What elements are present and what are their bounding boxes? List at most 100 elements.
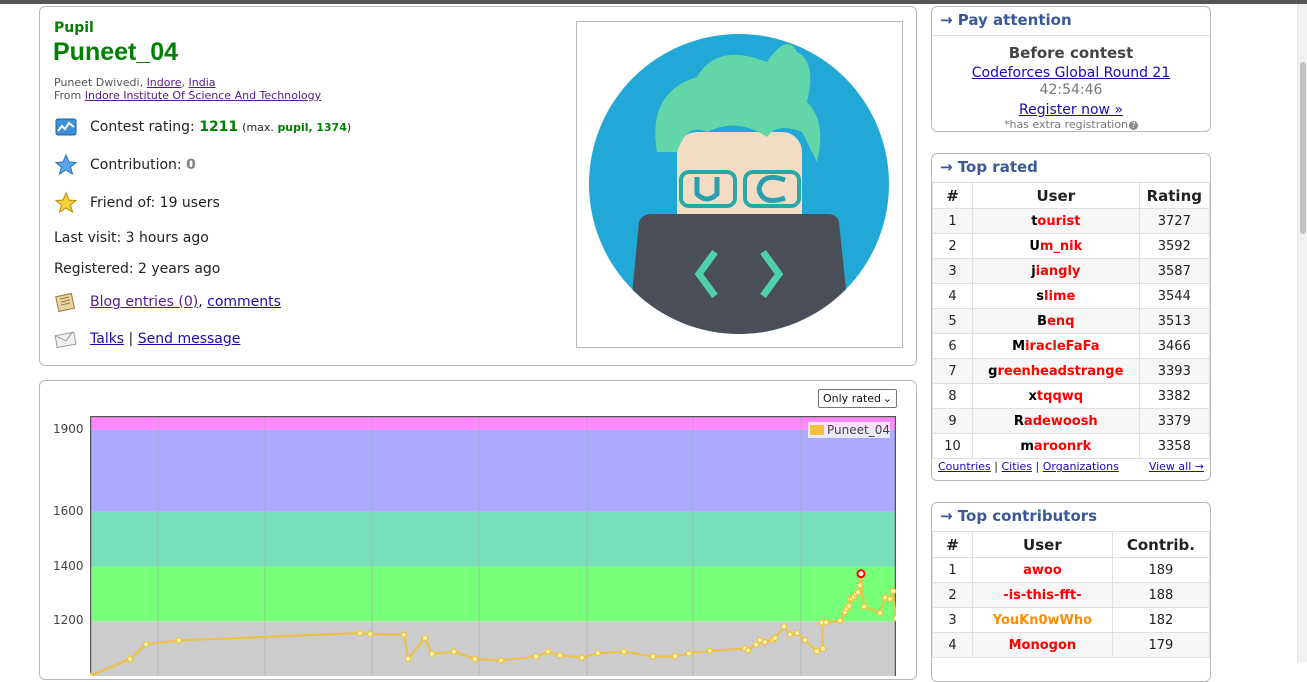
data-point bbox=[400, 631, 408, 638]
contest-link[interactable]: Codeforces Global Round 21 bbox=[972, 65, 1171, 81]
top-contributors-table: # User Contrib. 1 awoo 189 2 -is-this-fft- 18… bbox=[932, 531, 1211, 658]
rating-band-1 bbox=[90, 566, 896, 622]
top-rated-table: # User Rating 1 tourist 3727 2 Um_nik 3592 3 ji… bbox=[932, 182, 1211, 459]
user-first-letter: m bbox=[1020, 438, 1034, 454]
graph-filter-select[interactable]: Only rated ⌄ bbox=[818, 389, 897, 408]
data-point bbox=[685, 650, 693, 657]
friend-of-text: Friend of: 19 users bbox=[90, 195, 220, 211]
col-rank: # bbox=[932, 182, 973, 209]
city-link[interactable]: Indore bbox=[147, 76, 182, 89]
data-point bbox=[793, 629, 801, 637]
row-rank: 4 bbox=[932, 283, 973, 309]
talks-link[interactable]: Talks bbox=[90, 331, 124, 347]
user-link[interactable]: Monogon bbox=[972, 632, 1113, 658]
table-row: 8 xtqqwq 3382 bbox=[932, 383, 1211, 409]
user-link[interactable]: MiracleFaFa bbox=[972, 333, 1140, 359]
user-link[interactable]: jiangly bbox=[972, 258, 1140, 284]
organizations-link[interactable]: Organizations bbox=[1043, 460, 1119, 473]
row-contrib: 188 bbox=[1111, 582, 1211, 608]
from-label: From bbox=[54, 89, 85, 102]
registered: Registered: 2 years ago bbox=[54, 261, 221, 277]
data-point bbox=[594, 650, 602, 657]
organization-link[interactable]: Indore Institute Of Science And Technolo… bbox=[85, 89, 321, 102]
user-name-rest: lime bbox=[1044, 288, 1076, 304]
user-rank: Pupil bbox=[54, 20, 94, 36]
help-icon[interactable]: ? bbox=[1129, 121, 1139, 130]
view-all-link[interactable]: View all → bbox=[1149, 460, 1204, 473]
chart-legend: Puneet_04 bbox=[808, 422, 890, 438]
rating-band-2 bbox=[90, 511, 896, 567]
user-link[interactable]: maroonrk bbox=[972, 433, 1140, 459]
data-point bbox=[836, 617, 844, 624]
data-point bbox=[822, 619, 830, 626]
row-rank: 4 bbox=[932, 632, 973, 658]
country-link[interactable]: India bbox=[189, 76, 216, 89]
data-point bbox=[845, 602, 853, 610]
rating-graph-box: Only rated ⌄ 1200 1400 1600 1900 Puneet_04 bbox=[39, 380, 917, 680]
register-now-link[interactable]: Register now » bbox=[1019, 102, 1123, 118]
friend-of-row: Friend of: 19 users bbox=[54, 191, 220, 215]
table-row: 6 MiracleFaFa 3466 bbox=[932, 333, 1211, 359]
y-tick-label: 1400 bbox=[53, 558, 84, 573]
row-rank: 8 bbox=[932, 383, 973, 409]
user-name-rest: adewoosh bbox=[1023, 413, 1098, 429]
user-real-name: Puneet Dwivedi, bbox=[54, 76, 147, 89]
user-first-letter: x bbox=[1028, 388, 1037, 404]
user-link[interactable]: Radewoosh bbox=[972, 408, 1140, 434]
chevron-down-icon: ⌄ bbox=[882, 392, 892, 405]
data-point bbox=[771, 634, 779, 642]
top-rated-footer: Countries | Cities | Organizations View … bbox=[938, 460, 1204, 473]
cities-link[interactable]: Cities bbox=[1001, 460, 1032, 473]
data-point bbox=[892, 615, 896, 622]
max-rating-point bbox=[856, 569, 866, 579]
contest-rating-row: Contest rating: 1211 (max. pupil, 1374) bbox=[54, 115, 351, 139]
user-first-letter: R bbox=[1013, 413, 1024, 429]
data-point bbox=[556, 651, 564, 659]
last-visit: Last visit: 3 hours ago bbox=[54, 230, 209, 246]
user-link[interactable]: xtqqwq bbox=[972, 383, 1140, 409]
rating-graph-icon bbox=[54, 115, 78, 139]
send-message-link[interactable]: Send message bbox=[138, 331, 241, 347]
user-link[interactable]: greenheadstrange bbox=[972, 358, 1140, 384]
rating-band-3 bbox=[90, 429, 896, 512]
page-scrollbar[interactable] bbox=[1297, 4, 1307, 662]
profile-box: Pupil Puneet_04 Puneet Dwivedi, Indore, … bbox=[39, 6, 917, 366]
user-first-letter: M bbox=[1012, 338, 1026, 354]
table-row: 9 Radewoosh 3379 bbox=[932, 408, 1211, 434]
scrollbar-thumb[interactable] bbox=[1300, 62, 1306, 234]
user-name-rest: enq bbox=[1047, 313, 1075, 329]
extra-registration-note: *has extra registration? bbox=[932, 118, 1210, 131]
data-point bbox=[366, 630, 374, 638]
user-location-line: Puneet Dwivedi, Indore, India bbox=[54, 76, 216, 89]
table-row: 1 tourist 3727 bbox=[932, 208, 1211, 234]
row-rating: 3358 bbox=[1138, 433, 1211, 459]
max-value: 1374 bbox=[316, 120, 347, 134]
user-link[interactable]: Um_nik bbox=[972, 233, 1140, 259]
browser-top-edge bbox=[0, 0, 1307, 4]
row-contrib: 189 bbox=[1111, 557, 1211, 583]
data-point bbox=[532, 653, 540, 660]
row-rank: 10 bbox=[932, 433, 973, 459]
data-point bbox=[780, 623, 788, 630]
user-link[interactable]: Benq bbox=[972, 308, 1140, 334]
row-rank: 3 bbox=[932, 258, 973, 284]
row-rank: 2 bbox=[932, 233, 973, 259]
user-link[interactable]: slime bbox=[972, 283, 1140, 309]
data-point bbox=[706, 647, 714, 655]
contest-rating-label: Contest rating: bbox=[90, 119, 195, 135]
extra-registration-text: *has extra registration bbox=[1003, 118, 1129, 131]
blog-entries-link[interactable]: Blog entries (0) bbox=[90, 294, 198, 310]
comments-link[interactable]: comments bbox=[207, 294, 281, 310]
user-organization-line: From Indore Institute Of Science And Tec… bbox=[54, 89, 321, 102]
max-prefix: (max. bbox=[242, 120, 274, 134]
user-link[interactable]: YouKn0wWho bbox=[972, 607, 1113, 633]
col-contrib: Contrib. bbox=[1111, 531, 1211, 558]
user-link[interactable]: -is-this-fft- bbox=[972, 582, 1113, 608]
data-point bbox=[752, 641, 760, 648]
countries-link[interactable]: Countries bbox=[938, 460, 991, 473]
user-link[interactable]: awoo bbox=[972, 557, 1113, 583]
user-link[interactable]: tourist bbox=[972, 208, 1140, 234]
y-tick-label: 1600 bbox=[53, 503, 84, 518]
row-rating: 3727 bbox=[1138, 208, 1211, 234]
col-rating: Rating bbox=[1138, 182, 1211, 209]
